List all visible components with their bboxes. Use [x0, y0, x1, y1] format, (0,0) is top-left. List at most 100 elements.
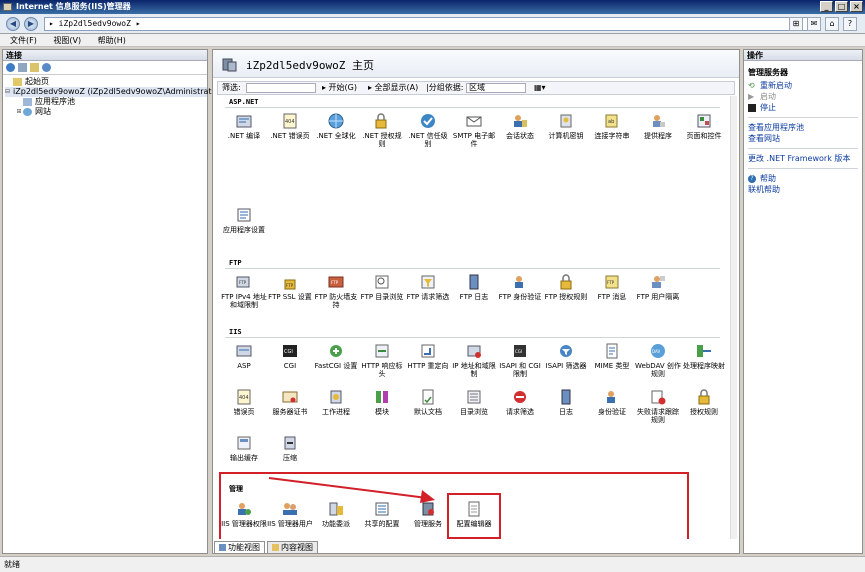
- feature-logging[interactable]: 日志: [543, 388, 589, 416]
- feature-ftp-ip-restrictions[interactable]: FTP FTP IPv4 地址和域限制: [221, 273, 267, 309]
- feature-cgi[interactable]: CGI CGI: [267, 342, 313, 370]
- feature-mime-types[interactable]: MIME 类型: [589, 342, 635, 370]
- refresh-icon[interactable]: ⊞: [789, 17, 803, 31]
- action-restart[interactable]: ⟲ 重新启动: [744, 80, 862, 91]
- page-title: iZp2dl5edv9owoZ 主页: [246, 59, 374, 72]
- feature-authentication[interactable]: 身份验证: [589, 388, 635, 416]
- feature-smtp-email[interactable]: SMTP 电子邮件: [451, 112, 497, 148]
- feature-ftp-request-filtering[interactable]: FTP 请求筛选: [405, 273, 451, 301]
- action-online-help[interactable]: 联机帮助: [744, 184, 862, 195]
- session-icon: [514, 115, 527, 127]
- help-icon[interactable]: ?: [843, 17, 857, 31]
- forward-arrow-icon[interactable]: ▶: [24, 17, 38, 31]
- action-start[interactable]: ▶ 启动: [744, 91, 862, 102]
- connections-header: 连接: [3, 50, 207, 61]
- feature-default-document[interactable]: 默认文档: [405, 388, 451, 416]
- feature-http-response-headers[interactable]: HTTP 响应标头: [359, 342, 405, 378]
- back-arrow-icon[interactable]: ◀: [6, 17, 20, 31]
- feature-ftp-messages[interactable]: FTP FTP 消息: [589, 273, 635, 301]
- menu-help[interactable]: 帮助(H): [98, 36, 126, 45]
- tree-item-start-page[interactable]: 起始页: [5, 77, 207, 87]
- feature-net-authorization[interactable]: .NET 授权规则: [359, 112, 405, 148]
- feature-providers[interactable]: 提供程序: [635, 112, 681, 140]
- fastcgi-icon: [330, 345, 342, 357]
- feature-request-filtering[interactable]: 请求筛选: [497, 388, 543, 416]
- feature-http-redirect[interactable]: HTTP 重定向: [405, 342, 451, 370]
- group-by-select[interactable]: 区域: [466, 83, 526, 93]
- feature-isapi-filters[interactable]: ISAPI 筛选器: [543, 342, 589, 370]
- maximize-button[interactable]: □: [835, 1, 848, 12]
- feature-net-error-pages[interactable]: 404 .NET 错误页: [267, 112, 313, 140]
- feature-server-certificates[interactable]: 服务器证书: [267, 388, 313, 416]
- feature-ftp-ssl[interactable]: FTP FTP SSL 设置: [267, 273, 313, 301]
- menu-view[interactable]: 视图(V): [53, 36, 81, 45]
- address-path[interactable]: ▸ iZp2dl5edv9owoZ ▸: [44, 17, 810, 31]
- feature-asp[interactable]: ASP: [221, 342, 267, 370]
- minimize-button[interactable]: _: [820, 1, 833, 12]
- tab-content-view[interactable]: 内容视图: [267, 541, 318, 554]
- feature-ftp-user-isolation[interactable]: FTP 用户隔离: [635, 273, 681, 301]
- action-stop[interactable]: 停止: [744, 102, 862, 113]
- feature-connection-strings[interactable]: ab 连接字符串: [589, 112, 635, 140]
- feature-directory-browsing[interactable]: 目录浏览: [451, 388, 497, 416]
- feature-session-state[interactable]: 会话状态: [497, 112, 543, 140]
- status-text: 就绪: [4, 560, 20, 569]
- feature-isapi-cgi-restrictions[interactable]: CGI ISAPI 和 CGI 限制: [497, 342, 543, 378]
- feature-net-globalization[interactable]: .NET 全球化: [313, 112, 359, 140]
- feature-worker-processes[interactable]: 工作进程: [313, 388, 359, 416]
- feature-error-pages[interactable]: 404 错误页: [221, 388, 267, 416]
- feature-ftp-logging[interactable]: FTP 日志: [451, 273, 497, 301]
- action-change-framework[interactable]: 更改 .NET Framework 版本: [744, 153, 862, 164]
- feature-authorization-rules[interactable]: 授权规则: [681, 388, 727, 416]
- action-help[interactable]: ? 帮助: [744, 173, 862, 184]
- section-divider: [225, 107, 720, 108]
- action-view-app-pools[interactable]: 查看应用程序池: [744, 122, 862, 133]
- show-all-button[interactable]: ▸ 全部显示(A): [368, 82, 418, 94]
- refresh-connections-icon[interactable]: [42, 63, 51, 72]
- up-icon[interactable]: [30, 63, 39, 72]
- feature-handler-mappings[interactable]: 处理程序映射: [681, 342, 727, 370]
- feature-ftp-dir-browsing[interactable]: FTP 目录浏览: [359, 273, 405, 301]
- save-icon[interactable]: [18, 63, 27, 72]
- error-pages-icon: 404: [237, 389, 251, 405]
- feature-ftp-authentication[interactable]: FTP 身份验证: [497, 273, 543, 301]
- ftp-filter-icon: [421, 275, 435, 289]
- feature-webdav-rules[interactable]: DAV WebDAV 创作规则: [635, 342, 681, 378]
- tree-item-app-pools[interactable]: 应用程序池: [5, 97, 207, 107]
- feature-pages-controls[interactable]: 页面和控件: [681, 112, 727, 140]
- go-button[interactable]: ▸ 开始(G): [322, 82, 357, 94]
- app-pool-icon: [23, 98, 32, 106]
- collapse-toggle-icon[interactable]: ⊟: [5, 87, 10, 97]
- feature-app-settings[interactable]: 应用程序设置: [221, 206, 267, 234]
- feature-modules[interactable]: 模块: [359, 388, 405, 416]
- feature-net-compilation[interactable]: .NET 编译: [221, 112, 267, 140]
- filter-input[interactable]: [246, 83, 316, 93]
- tree-item-server[interactable]: ⊟ iZp2dl5edv9owoZ (iZp2dl5edv9owoZ\Admin…: [5, 87, 223, 97]
- expand-toggle-icon[interactable]: ⊞: [15, 107, 23, 117]
- feature-fastcgi[interactable]: FastCGI 设置: [313, 342, 359, 370]
- home-icon[interactable]: ⌂: [825, 17, 839, 31]
- view-toggle-icon[interactable]: ▦▾: [534, 82, 546, 94]
- connect-icon[interactable]: [6, 63, 15, 72]
- action-view-sites[interactable]: 查看网站: [744, 133, 862, 144]
- feature-ftp-authorization[interactable]: FTP 授权规则: [543, 273, 589, 301]
- feature-ftp-firewall[interactable]: FTP FTP 防火墙支持: [313, 273, 359, 309]
- failed-request-icon: [651, 390, 666, 405]
- feature-output-caching[interactable]: 输出缓存: [221, 434, 267, 462]
- feature-ip-domain-restrictions[interactable]: IP 地址和域限制: [451, 342, 497, 378]
- feature-machine-key[interactable]: 计算机密钥: [543, 112, 589, 140]
- address-bar: ◀ ▶ ▸ iZp2dl5edv9owoZ ▸ ⊞ ✉ ⌂ ?: [0, 14, 865, 34]
- isapi-cgi-icon: CGI: [514, 345, 526, 357]
- feature-compression[interactable]: 压缩: [267, 434, 313, 462]
- vertical-scrollbar[interactable]: [730, 96, 737, 539]
- globe-icon: [328, 113, 344, 129]
- ftp-message-icon: FTP: [605, 275, 619, 289]
- tree-item-sites[interactable]: ⊞ 网站: [5, 107, 207, 117]
- tab-features-view[interactable]: 功能视图: [214, 541, 265, 554]
- menu-file[interactable]: 文件(F): [10, 36, 37, 45]
- stop-icon[interactable]: ✉: [807, 17, 821, 31]
- feature-failed-request-tracing[interactable]: 失败请求跟踪规则: [635, 388, 681, 424]
- feature-net-trust-levels[interactable]: .NET 信任级别: [405, 112, 451, 148]
- close-button[interactable]: ×: [850, 1, 863, 12]
- status-bar: 就绪: [0, 556, 865, 572]
